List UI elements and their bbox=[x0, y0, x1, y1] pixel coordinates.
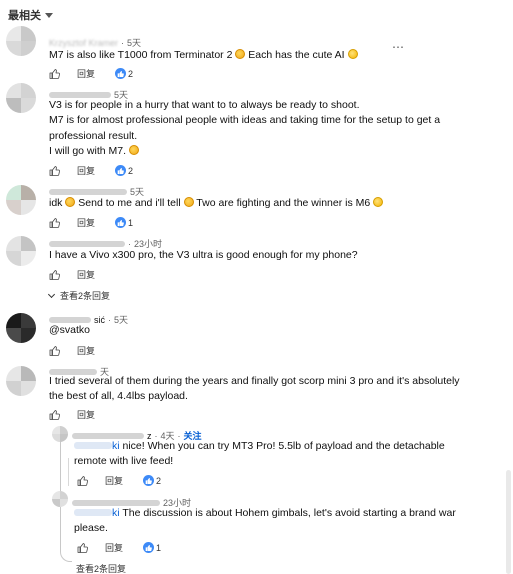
like-count[interactable]: 2 bbox=[115, 165, 133, 176]
reply-text: ki The discussion is about Hohem gimbals… bbox=[74, 507, 456, 535]
smile-emoji-icon bbox=[347, 49, 358, 59]
reply-button[interactable]: 回复 bbox=[77, 408, 95, 421]
avatar[interactable] bbox=[6, 83, 36, 113]
thumb-up-icon[interactable] bbox=[77, 542, 89, 554]
thumb-up-icon bbox=[143, 542, 155, 553]
reply-button[interactable]: 回复 bbox=[77, 268, 95, 281]
reply-text: ki nice! When you can try MT3 Pro! 5.5lb… bbox=[74, 440, 445, 468]
chevron-down-icon bbox=[47, 290, 56, 298]
author-name[interactable] bbox=[49, 188, 127, 195]
avatar[interactable] bbox=[6, 236, 36, 266]
thumb-up-icon[interactable] bbox=[49, 68, 61, 80]
laughing-emoji-icon bbox=[235, 49, 246, 59]
laughing-emoji-icon bbox=[128, 144, 139, 155]
chevron-down-icon bbox=[45, 13, 53, 18]
laughing-emoji-icon bbox=[183, 197, 194, 207]
comment-actions: 回复 2 bbox=[49, 164, 133, 177]
author-name[interactable] bbox=[72, 499, 160, 506]
thumb-up-icon[interactable] bbox=[49, 345, 61, 357]
author-name[interactable]: Krzysztof Kramer bbox=[49, 38, 118, 48]
comment-actions: 回复 2 bbox=[49, 67, 133, 80]
time-separator: · bbox=[108, 314, 111, 325]
timestamp[interactable]: 5天 bbox=[114, 313, 128, 326]
mention-blur bbox=[74, 442, 112, 449]
reply-button[interactable]: 回复 bbox=[105, 541, 123, 554]
thumb-up-icon bbox=[115, 217, 127, 228]
reply-button[interactable]: 回复 bbox=[77, 344, 95, 357]
sort-label: 最相关 bbox=[8, 10, 41, 22]
comment-text: I have a Vivo x300 pro, the V3 ultra is … bbox=[49, 249, 358, 261]
thumb-up-icon[interactable] bbox=[49, 217, 61, 229]
like-count[interactable]: 2 bbox=[143, 475, 161, 486]
thumb-up-icon bbox=[143, 475, 155, 486]
avatar[interactable] bbox=[6, 26, 36, 56]
thread-connector bbox=[68, 458, 69, 486]
comment-text: @svatko bbox=[49, 324, 91, 336]
avatar[interactable] bbox=[52, 426, 68, 442]
author-name-blur bbox=[72, 432, 144, 439]
thumb-up-icon bbox=[115, 68, 127, 79]
mention-blur bbox=[74, 509, 112, 516]
thumb-up-icon bbox=[115, 165, 127, 176]
time-separator: · bbox=[121, 37, 125, 48]
laughing-emoji-icon bbox=[65, 197, 76, 207]
mention-link[interactable]: ki bbox=[112, 440, 120, 452]
comment-actions: 回复 1 bbox=[49, 216, 133, 229]
comment-text: V3 is for people in a hurry that want to… bbox=[49, 99, 441, 157]
author-name[interactable] bbox=[49, 240, 125, 247]
comment-actions: 回复 bbox=[49, 408, 95, 421]
comment-actions: 回复 bbox=[49, 344, 95, 357]
avatar[interactable] bbox=[6, 185, 36, 215]
author-name[interactable]: sić bbox=[94, 315, 105, 325]
author-name[interactable] bbox=[49, 91, 111, 98]
sort-dropdown[interactable]: 最相关 bbox=[8, 7, 53, 23]
like-count[interactable]: 1 bbox=[143, 542, 161, 553]
like-count[interactable]: 1 bbox=[115, 217, 133, 228]
comment-text: I tried several of them during the years… bbox=[49, 375, 460, 403]
comment-text: idk Send to me and i'll tell Two are fig… bbox=[49, 196, 384, 211]
like-count[interactable]: 2 bbox=[115, 68, 133, 79]
grimace-emoji-icon bbox=[373, 197, 384, 207]
thumb-up-icon[interactable] bbox=[49, 165, 61, 177]
comment-text: M7 is also like T1000 from Terminator 2 … bbox=[49, 48, 358, 63]
view-replies-button[interactable]: 查看2条回复 bbox=[47, 289, 110, 302]
reply-button[interactable]: 回复 bbox=[77, 67, 95, 80]
scrollbar[interactable] bbox=[506, 470, 511, 574]
avatar[interactable] bbox=[52, 491, 68, 507]
time-separator: · bbox=[128, 238, 131, 249]
reply-button[interactable]: 回复 bbox=[77, 216, 95, 229]
view-more-replies-button[interactable]: 查看2条回复 bbox=[76, 562, 126, 574]
reply-button[interactable]: 回复 bbox=[77, 164, 95, 177]
mention-link[interactable]: ki bbox=[112, 507, 120, 519]
more-icon[interactable]: ⋯ bbox=[392, 40, 405, 54]
reply-actions: 回复 1 bbox=[77, 541, 161, 554]
thumb-up-icon[interactable] bbox=[49, 269, 61, 281]
thumb-up-icon[interactable] bbox=[77, 475, 89, 487]
thumb-up-icon[interactable] bbox=[49, 409, 61, 421]
reply-button[interactable]: 回复 bbox=[105, 474, 123, 487]
author-name-blur bbox=[49, 316, 91, 323]
avatar[interactable] bbox=[6, 366, 36, 396]
reply-actions: 回复 2 bbox=[77, 474, 161, 487]
avatar[interactable] bbox=[6, 313, 36, 343]
comment-actions: 回复 bbox=[49, 268, 95, 281]
